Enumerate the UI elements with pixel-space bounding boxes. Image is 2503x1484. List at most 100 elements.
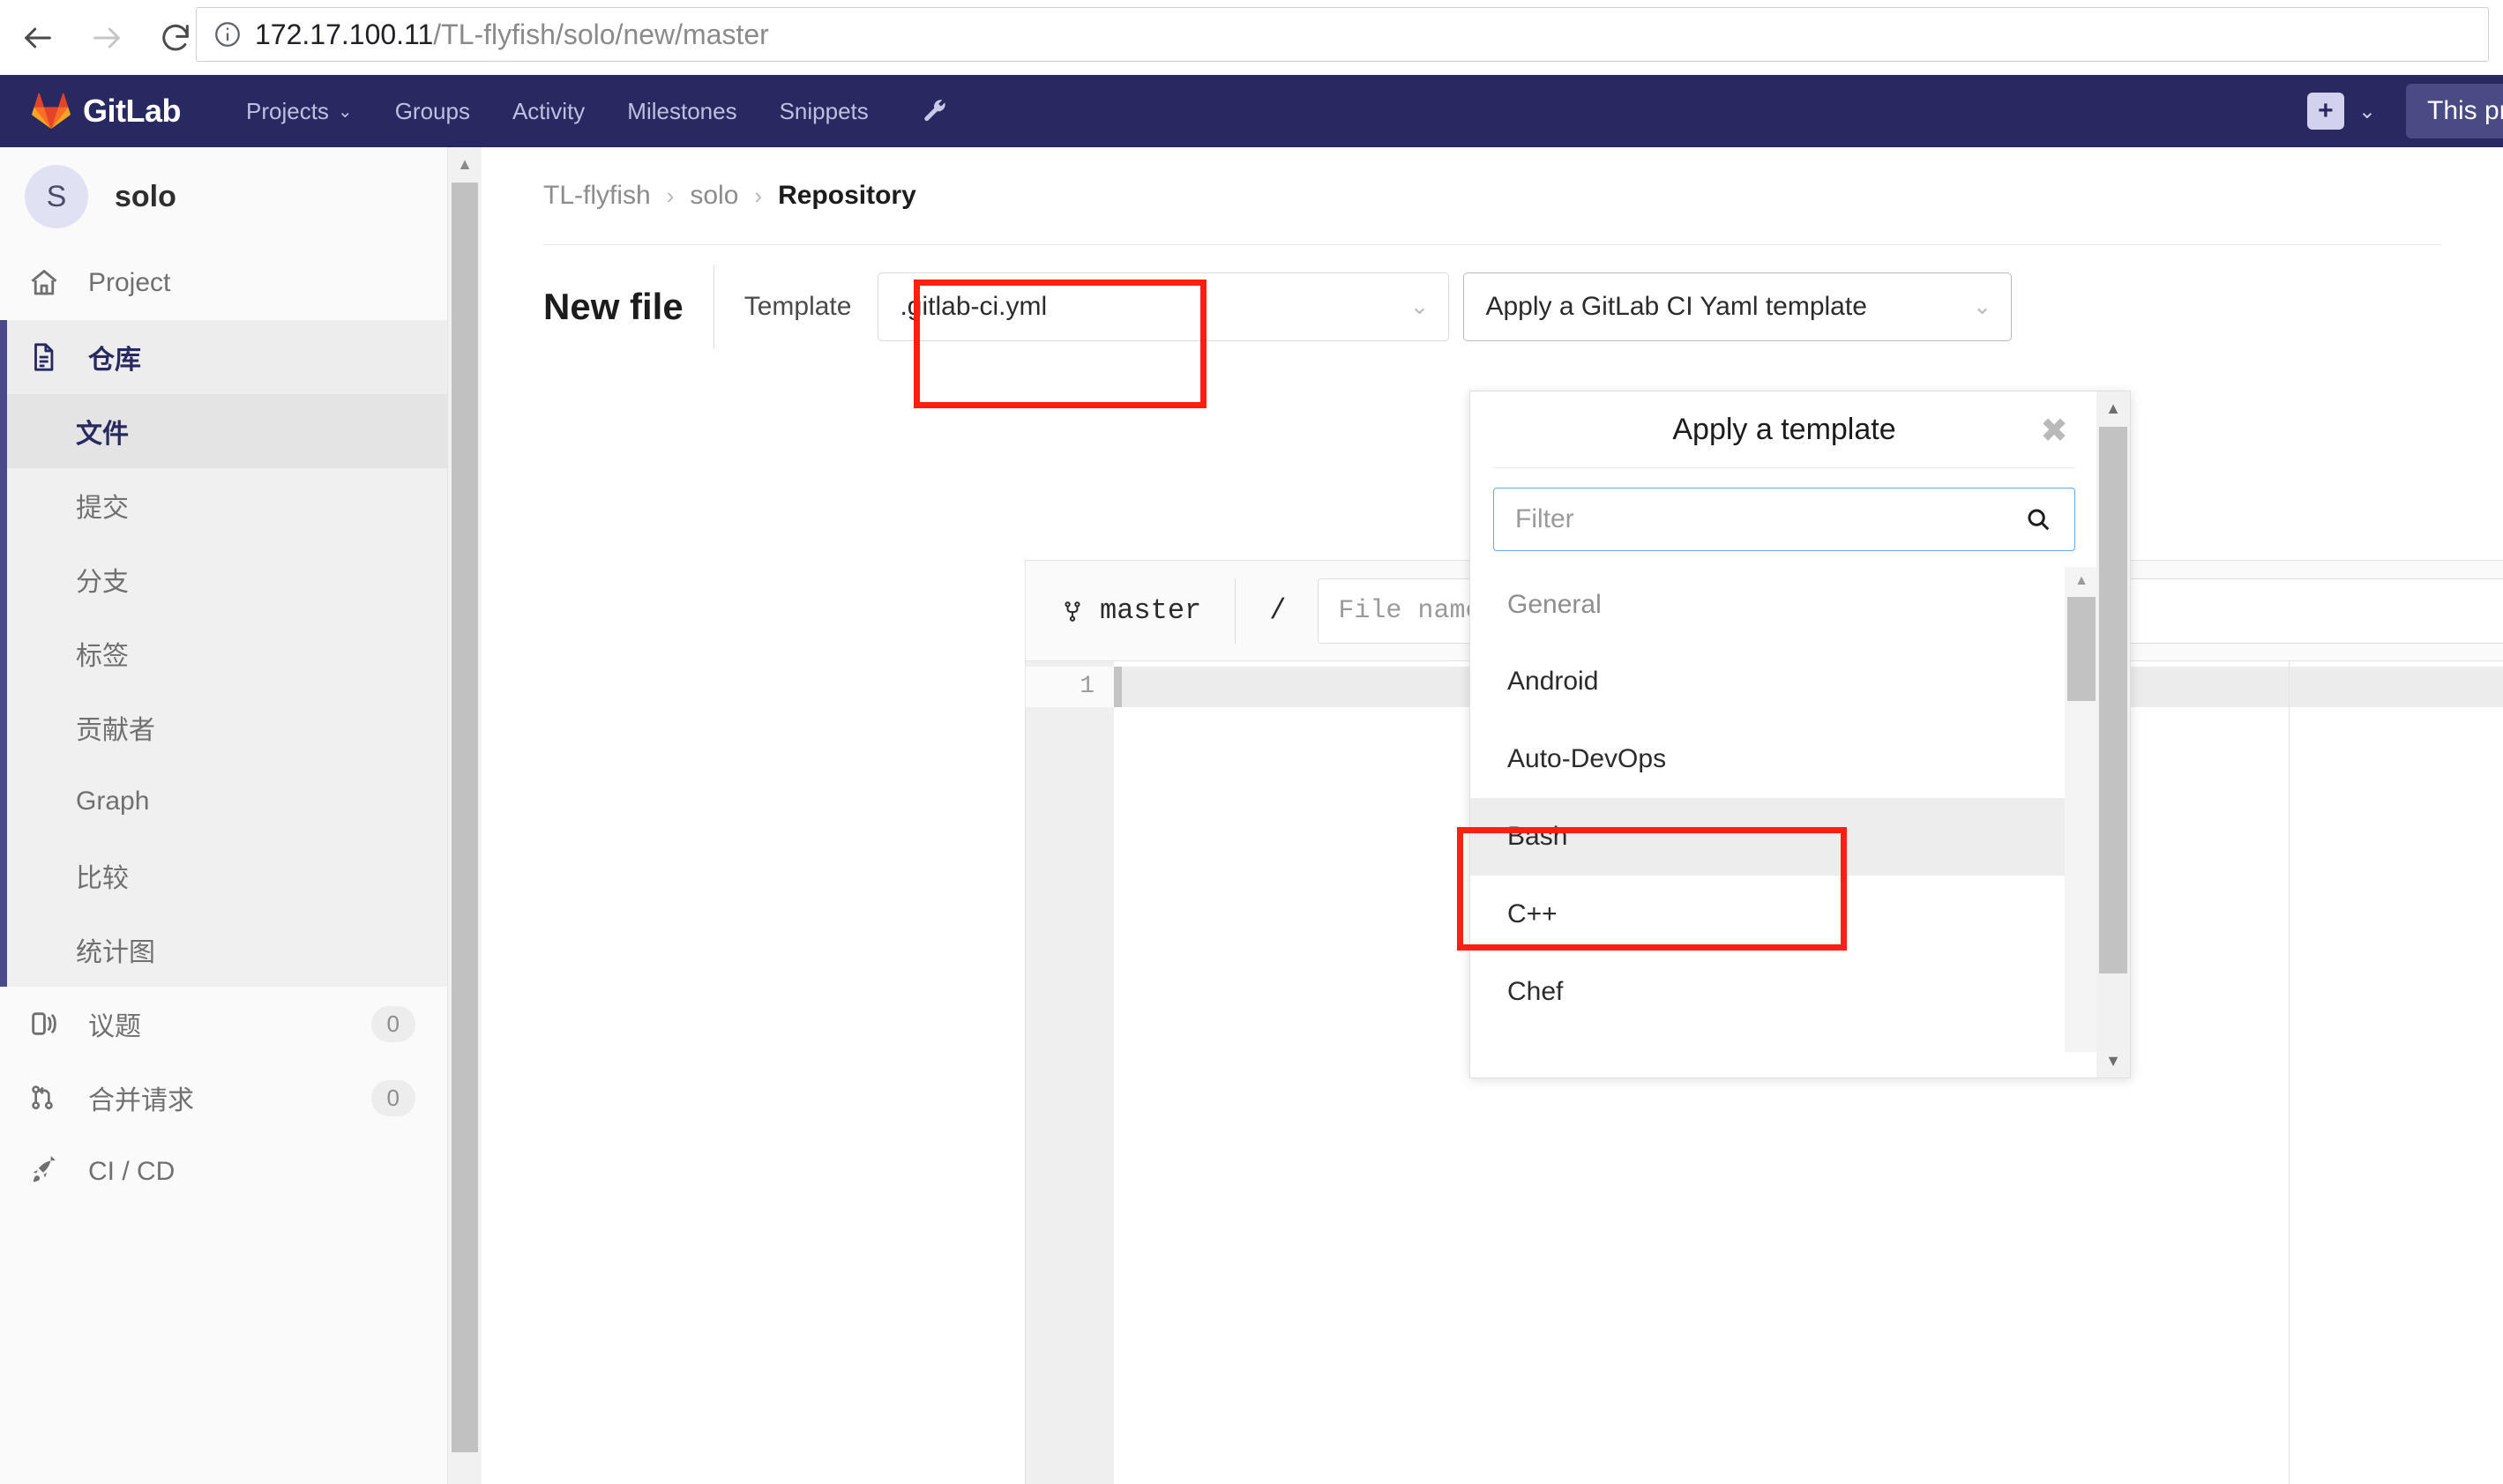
template-list-item-bash[interactable]: Bash — [1470, 798, 2098, 876]
gitlab-home-link[interactable]: GitLab — [32, 92, 182, 131]
search-icon — [2028, 509, 2050, 531]
apply-template-select[interactable]: Apply a GitLab CI Yaml template ⌄ — [1463, 272, 2013, 341]
info-circle-icon — [215, 22, 240, 47]
template-list-item-cpp[interactable]: C++ — [1470, 876, 2098, 953]
nav-projects-label: Projects — [246, 97, 329, 124]
breadcrumb-current: Repository — [778, 181, 916, 210]
sidebar-item-repository-label: 仓库 — [88, 346, 141, 375]
sidebar-subitem-tags[interactable]: 标签 — [0, 616, 447, 690]
project-sidebar: S solo Project 仓库 文件 提交 分支 标签 贡献者 Graph … — [0, 147, 448, 1484]
wrench-icon[interactable] — [922, 95, 948, 127]
plus-icon: + — [2318, 96, 2334, 125]
rocket-icon — [28, 1156, 65, 1188]
sidebar-subitem-commits[interactable]: 提交 — [0, 468, 447, 542]
template-type-select[interactable]: .gitlab-ci.yml ⌄ — [878, 272, 1450, 341]
sidebar-scrollbar-thumb[interactable] — [452, 183, 478, 1452]
nav-milestones[interactable]: Milestones — [627, 98, 736, 125]
apply-template-dropdown-scrollbar[interactable]: ▲ ▼ — [2096, 392, 2130, 1078]
avatar-letter: S — [46, 179, 67, 213]
template-list-scrollbar[interactable]: ▲ — [2065, 567, 2098, 1052]
nav-snippets[interactable]: Snippets — [780, 98, 869, 125]
browser-chrome: 172.17.100.11/TL-flyfish/solo/new/master — [0, 0, 2503, 75]
breadcrumb-project[interactable]: solo — [690, 181, 738, 211]
template-type-select-value: .gitlab-ci.yml — [900, 291, 1048, 321]
sidebar-subitem-charts[interactable]: 统计图 — [0, 913, 447, 987]
path-separator: / — [1235, 578, 1286, 644]
sidebar-project-name: solo — [115, 179, 176, 213]
chevron-down-icon[interactable]: ⌄ — [2358, 99, 2376, 124]
branch-name[interactable]: master — [1100, 594, 1201, 627]
sidebar-item-project-label: Project — [88, 268, 171, 297]
file-name-placeholder: File name — [1338, 595, 1482, 626]
chevron-down-icon: ⌄ — [1409, 293, 1430, 319]
navbar-right-group: + ⌄ This project — [2306, 75, 2503, 147]
file-doc-icon — [28, 341, 65, 373]
home-icon — [28, 267, 65, 299]
url-text: 172.17.100.11/TL-flyfish/solo/new/master — [255, 19, 769, 51]
sidebar-subitem-branches[interactable]: 分支 — [0, 542, 447, 616]
template-list-scrollbar-thumb[interactable] — [2067, 597, 2096, 701]
apply-template-dropdown-inner: Apply a template ✖ Filter General Androi… — [1470, 392, 2098, 1078]
filter-wrap: Filter — [1470, 468, 2098, 567]
sidebar-item-project[interactable]: Project — [0, 246, 447, 320]
url-path: /TL-flyfish/solo/new/master — [433, 18, 769, 50]
template-list-item-chef[interactable]: Chef — [1470, 953, 2098, 1031]
sidebar-item-merge-requests-label: 合并请求 — [88, 1086, 194, 1115]
chevron-down-icon: ⌄ — [1972, 293, 1992, 319]
nav-activity[interactable]: Activity — [512, 98, 585, 125]
breadcrumb-group[interactable]: TL-flyfish — [543, 181, 651, 211]
sidebar-item-issues-count: 0 — [370, 1005, 415, 1042]
template-list[interactable]: General Android Auto-DevOps Bash C++ Che… — [1470, 567, 2098, 1052]
sidebar-item-issues[interactable]: 议题 0 — [0, 987, 447, 1061]
nav-groups[interactable]: Groups — [395, 98, 470, 125]
template-list-item-android[interactable]: Android — [1470, 643, 2098, 720]
sidebar-subitem-compare[interactable]: 比较 — [0, 839, 447, 913]
triangle-up-icon[interactable]: ▲ — [2096, 392, 2130, 425]
scroll-up-icon[interactable]: ▲ — [448, 147, 482, 181]
merge-request-icon — [28, 1082, 65, 1114]
branch-icon — [1065, 600, 1080, 622]
sidebar-item-cicd[interactable]: CI / CD — [0, 1135, 447, 1209]
apply-template-select-value: Apply a GitLab CI Yaml template — [1485, 291, 1867, 321]
back-icon[interactable] — [7, 7, 69, 69]
url-host: 172.17.100.11 — [255, 18, 434, 50]
chevron-down-icon: ⌄ — [337, 101, 353, 122]
breadcrumb-separator: › — [754, 182, 763, 209]
sidebar-item-issues-label: 议题 — [88, 1012, 141, 1041]
apply-template-dropdown: Apply a template ✖ Filter General Androi… — [1469, 391, 2131, 1078]
template-filter-input[interactable]: Filter — [1493, 488, 2075, 551]
line-number: 1 — [1026, 667, 1114, 707]
sidebar-scrollbar[interactable]: ▲ — [448, 147, 482, 1484]
sidebar-subitem-files[interactable]: 文件 — [0, 394, 447, 468]
sidebar-project-header[interactable]: S solo — [0, 147, 447, 246]
template-filter-placeholder: Filter — [1515, 504, 1574, 533]
forward-icon — [76, 7, 138, 69]
triangle-down-icon[interactable]: ▼ — [2096, 1044, 2130, 1078]
this-project-search-button[interactable]: This project — [2406, 84, 2503, 138]
address-bar[interactable]: 172.17.100.11/TL-flyfish/solo/new/master — [196, 7, 2489, 62]
sidebar-subitem-contributors[interactable]: 贡献者 — [0, 690, 447, 764]
new-item-button[interactable]: + — [2306, 93, 2344, 130]
nav-groups-label: Groups — [394, 97, 470, 124]
nav-activity-label: Activity — [512, 97, 586, 124]
template-label-wrap: Template — [713, 264, 852, 349]
sidebar-repository-submenu: 文件 提交 分支 标签 贡献者 Graph 比较 统计图 — [0, 394, 447, 987]
issues-icon — [28, 1008, 65, 1040]
sidebar-item-cicd-label: CI / CD — [88, 1157, 176, 1186]
sidebar-subitem-graph[interactable]: Graph — [0, 764, 447, 839]
gitlab-wordmark: GitLab — [83, 93, 182, 129]
gitlab-logo-icon — [32, 93, 71, 130]
sidebar-item-repository[interactable]: 仓库 — [0, 320, 447, 394]
template-label: Template — [743, 291, 852, 321]
apply-template-dropdown-scrollbar-thumb[interactable] — [2099, 427, 2127, 973]
editor-column-divider — [2289, 661, 2290, 1484]
sidebar-item-merge-requests[interactable]: 合并请求 0 — [0, 1061, 447, 1135]
close-icon[interactable]: ✖ — [2040, 414, 2068, 448]
apply-template-title: Apply a template — [1672, 412, 1896, 446]
sidebar-item-merge-requests-count: 0 — [370, 1079, 415, 1116]
gitlab-navbar: GitLab Projects ⌄ Groups Activity Milest… — [0, 75, 2503, 147]
nav-projects[interactable]: Projects ⌄ — [246, 98, 353, 125]
template-list-item-auto-devops[interactable]: Auto-DevOps — [1470, 720, 2098, 798]
scroll-up-icon[interactable]: ▲ — [2065, 567, 2098, 595]
page-title: New file — [543, 285, 684, 327]
